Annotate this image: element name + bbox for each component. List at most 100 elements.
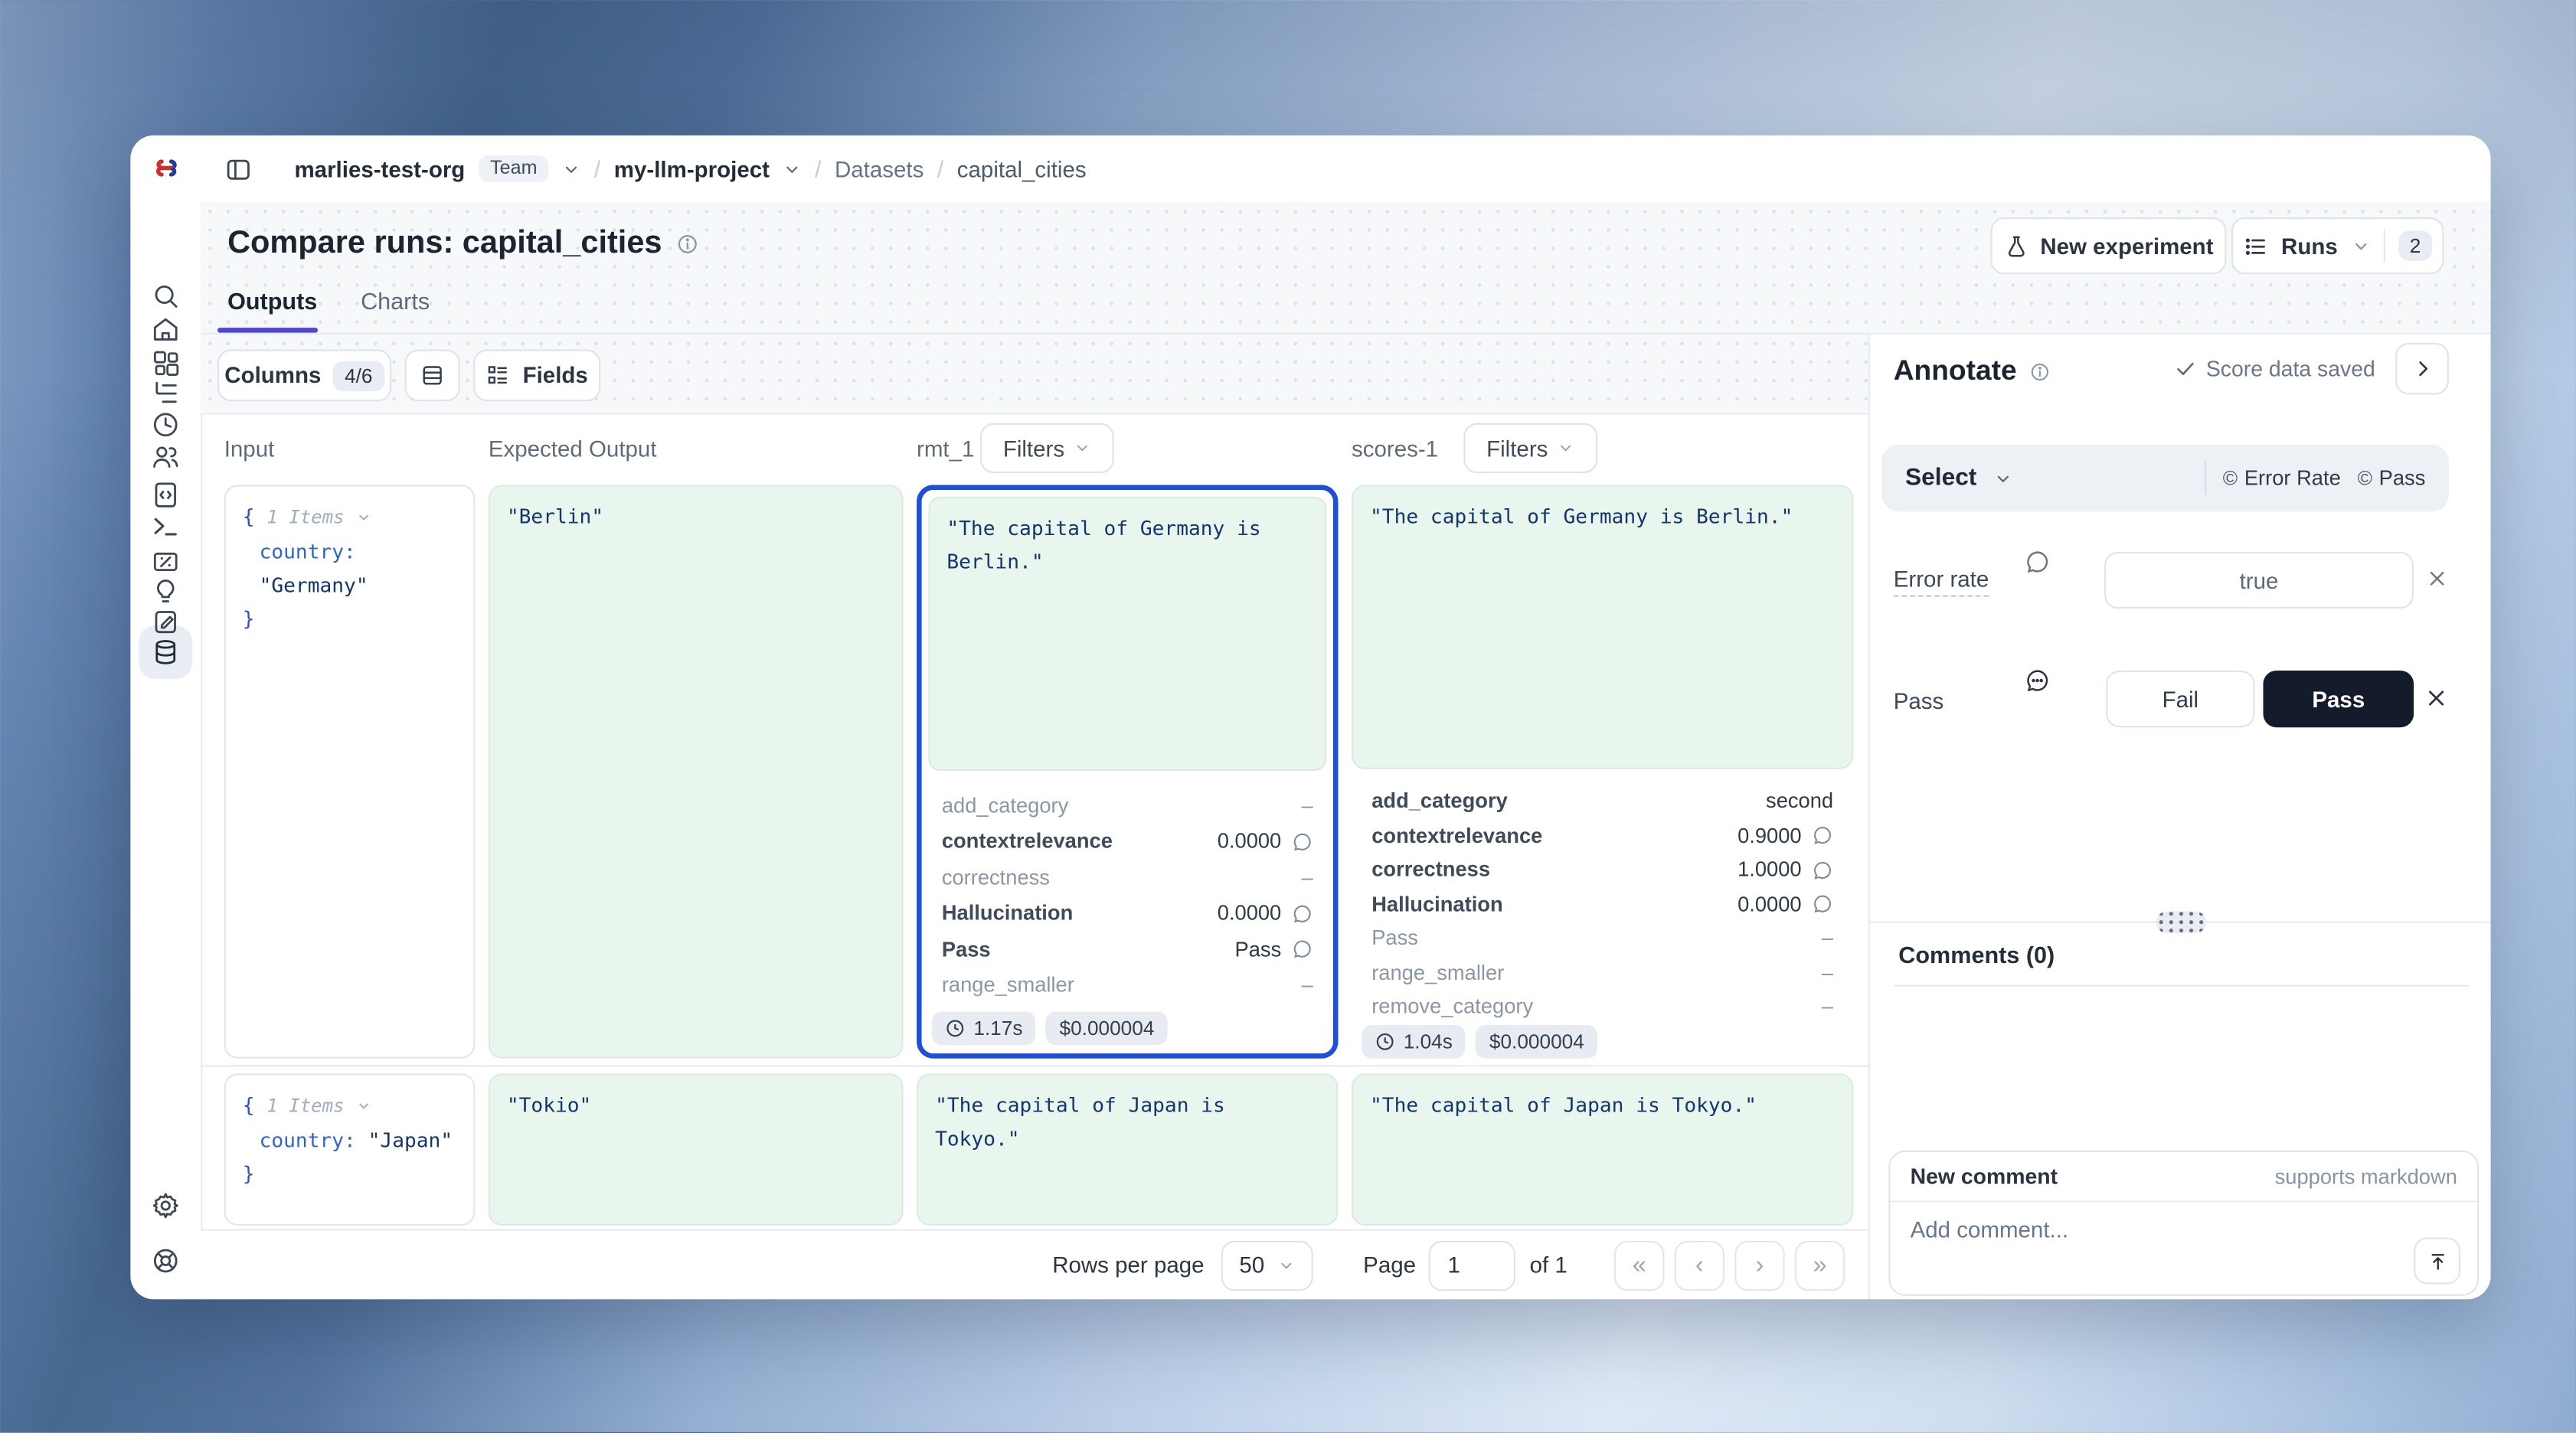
metric-label[interactable]: add_category xyxy=(1371,790,1766,814)
row1-run1-cell-selected[interactable]: "The capital of Germany is Berlin." add_… xyxy=(917,485,1338,1058)
terminal-icon[interactable] xyxy=(151,511,181,541)
pass-button-selected[interactable]: Pass xyxy=(2263,671,2414,727)
row-height-button[interactable] xyxy=(405,350,460,402)
next-page-button[interactable]: › xyxy=(1734,1240,1785,1291)
traces-tree-icon[interactable] xyxy=(151,378,181,408)
fields-button[interactable]: Fields xyxy=(473,350,600,402)
json-items-label[interactable]: 1 Items xyxy=(266,507,344,528)
select-dropdown[interactable]: Select xyxy=(1905,465,1976,491)
settings-gear-icon[interactable] xyxy=(151,1190,181,1220)
chevron-down-icon[interactable] xyxy=(356,510,371,525)
run1-filters-button[interactable]: Filters xyxy=(980,423,1114,474)
comment-input[interactable]: Add comment... xyxy=(1890,1203,2477,1298)
metric-label[interactable]: remove_category xyxy=(1371,995,1822,1019)
row2-expected-cell[interactable]: "Tokio" xyxy=(489,1073,904,1226)
comment-bubble-icon[interactable] xyxy=(1812,893,1833,915)
flask-icon xyxy=(2003,233,2028,259)
row2-run2-output-cell[interactable]: "The capital of Japan is Tokyo." xyxy=(1352,1073,1853,1226)
comment-bubble-icon[interactable] xyxy=(2024,548,2051,575)
metric-label[interactable]: correctness xyxy=(1371,858,1737,882)
comment-bubble-icon[interactable] xyxy=(1291,831,1313,852)
users-icon[interactable] xyxy=(151,442,181,472)
json-items-label[interactable]: 1 Items xyxy=(266,1095,344,1117)
dashboard-icon[interactable] xyxy=(151,348,181,377)
row2-input-cell[interactable]: { 1 Items country: "Japan" } xyxy=(224,1073,476,1226)
lightbulb-icon[interactable] xyxy=(151,577,181,607)
toolbar-divider xyxy=(201,413,1868,415)
evaluations-icon[interactable] xyxy=(151,547,181,576)
page-number-input[interactable] xyxy=(1430,1240,1517,1291)
rows-per-page-select[interactable]: 50 xyxy=(1221,1240,1313,1291)
breadcrumb-org[interactable]: marlies-test-org xyxy=(294,156,465,181)
clear-pass-icon[interactable] xyxy=(2424,686,2449,711)
chevron-down-icon[interactable] xyxy=(356,1098,371,1114)
sidebar-toggle-icon[interactable] xyxy=(224,155,253,184)
datasets-database-icon[interactable] xyxy=(151,637,181,667)
row2-run1-output-cell[interactable]: "The capital of Japan is Tokyo." xyxy=(917,1073,1338,1226)
metric-label[interactable]: range_smaller xyxy=(1371,961,1822,984)
json-key: country: xyxy=(260,1128,356,1152)
new-experiment-button[interactable]: New experiment xyxy=(1990,217,2226,274)
expected-output-text: "Berlin" xyxy=(507,500,885,534)
submit-comment-button[interactable] xyxy=(2414,1237,2460,1284)
search-icon[interactable] xyxy=(151,281,181,311)
annotate-panel: Annotate Score data saved Select xyxy=(1868,335,2491,1299)
metric-label[interactable]: Hallucination xyxy=(942,902,1218,925)
metric-label[interactable]: correctness xyxy=(942,866,1302,890)
fail-button[interactable]: Fail xyxy=(2106,671,2254,727)
column-header-input: Input xyxy=(224,436,275,462)
tab-outputs[interactable]: Outputs xyxy=(227,288,317,315)
comment-bubble-icon[interactable] xyxy=(1812,824,1833,846)
metric-label[interactable]: contextrelevance xyxy=(942,830,1218,854)
clear-error-rate-icon[interactable] xyxy=(2425,567,2449,591)
info-icon[interactable] xyxy=(2028,361,2050,382)
json-brace: { xyxy=(243,505,255,529)
metric-label[interactable]: Pass xyxy=(1371,927,1822,951)
chevron-down-icon[interactable] xyxy=(783,160,801,178)
score-type-icon: © xyxy=(2223,466,2238,490)
row-divider xyxy=(201,1065,1868,1066)
tab-charts[interactable]: Charts xyxy=(361,288,430,315)
run-output-text: "The capital of Germany is Berlin." xyxy=(1370,500,1835,534)
comment-bubble-dots-icon[interactable] xyxy=(2024,668,2051,694)
columns-button[interactable]: Columns 4/6 xyxy=(217,350,391,402)
score-chip-error-rate[interactable]: ©Error Rate xyxy=(2223,466,2341,490)
row1-input-cell[interactable]: { 1 Items country: "Germany" } xyxy=(224,485,476,1058)
collapse-panel-button[interactable] xyxy=(2395,343,2449,395)
score-select-bar: Select ©Error Rate ©Pass xyxy=(1881,445,2449,511)
score-chip-pass[interactable]: ©Pass xyxy=(2358,466,2426,490)
breadcrumb-datasets[interactable]: Datasets xyxy=(835,156,924,181)
error-rate-value-input[interactable] xyxy=(2104,552,2414,609)
row1-expected-cell[interactable]: "Berlin" xyxy=(489,485,904,1058)
breadcrumb-project[interactable]: my-llm-project xyxy=(614,156,770,181)
help-lifebuoy-icon[interactable] xyxy=(151,1245,181,1275)
chevron-down-icon[interactable] xyxy=(1993,469,2012,488)
code-file-icon[interactable] xyxy=(151,480,181,510)
run2-filters-button[interactable]: Filters xyxy=(1463,423,1597,474)
metric-label[interactable]: contextrelevance xyxy=(1371,824,1737,847)
json-value: "Germany" xyxy=(260,573,368,597)
resize-handle[interactable] xyxy=(2156,911,2207,932)
chevron-down-icon[interactable] xyxy=(562,160,580,178)
first-page-button[interactable]: « xyxy=(1614,1240,1665,1291)
annotation-clipboard-icon[interactable] xyxy=(151,607,181,637)
previous-page-button[interactable]: ‹ xyxy=(1675,1240,1725,1291)
pass-field-label[interactable]: Pass xyxy=(1894,689,1944,714)
comment-bubble-icon[interactable] xyxy=(1812,859,1833,880)
expected-output-text: "Tokio" xyxy=(507,1089,885,1122)
metric-label[interactable]: add_category xyxy=(942,794,1302,818)
score-chip-label: Pass xyxy=(2379,466,2426,490)
last-page-button[interactable]: » xyxy=(1795,1240,1845,1291)
history-clock-icon[interactable] xyxy=(151,410,181,439)
home-icon[interactable] xyxy=(151,315,181,344)
metric-label[interactable]: Hallucination xyxy=(1371,893,1737,916)
row1-run2-output-cell[interactable]: "The capital of Germany is Berlin." xyxy=(1352,485,1853,769)
info-icon[interactable] xyxy=(675,233,699,256)
breadcrumb-dataset-name[interactable]: capital_cities xyxy=(957,156,1087,181)
metric-label[interactable]: Pass xyxy=(942,938,1235,961)
comment-bubble-icon[interactable] xyxy=(1291,903,1313,924)
comment-bubble-icon[interactable] xyxy=(1291,938,1313,960)
runs-button[interactable]: Runs 2 xyxy=(2231,217,2444,274)
rows-per-page-value: 50 xyxy=(1239,1252,1264,1278)
error-rate-field-label[interactable]: Error rate xyxy=(1894,567,1989,597)
